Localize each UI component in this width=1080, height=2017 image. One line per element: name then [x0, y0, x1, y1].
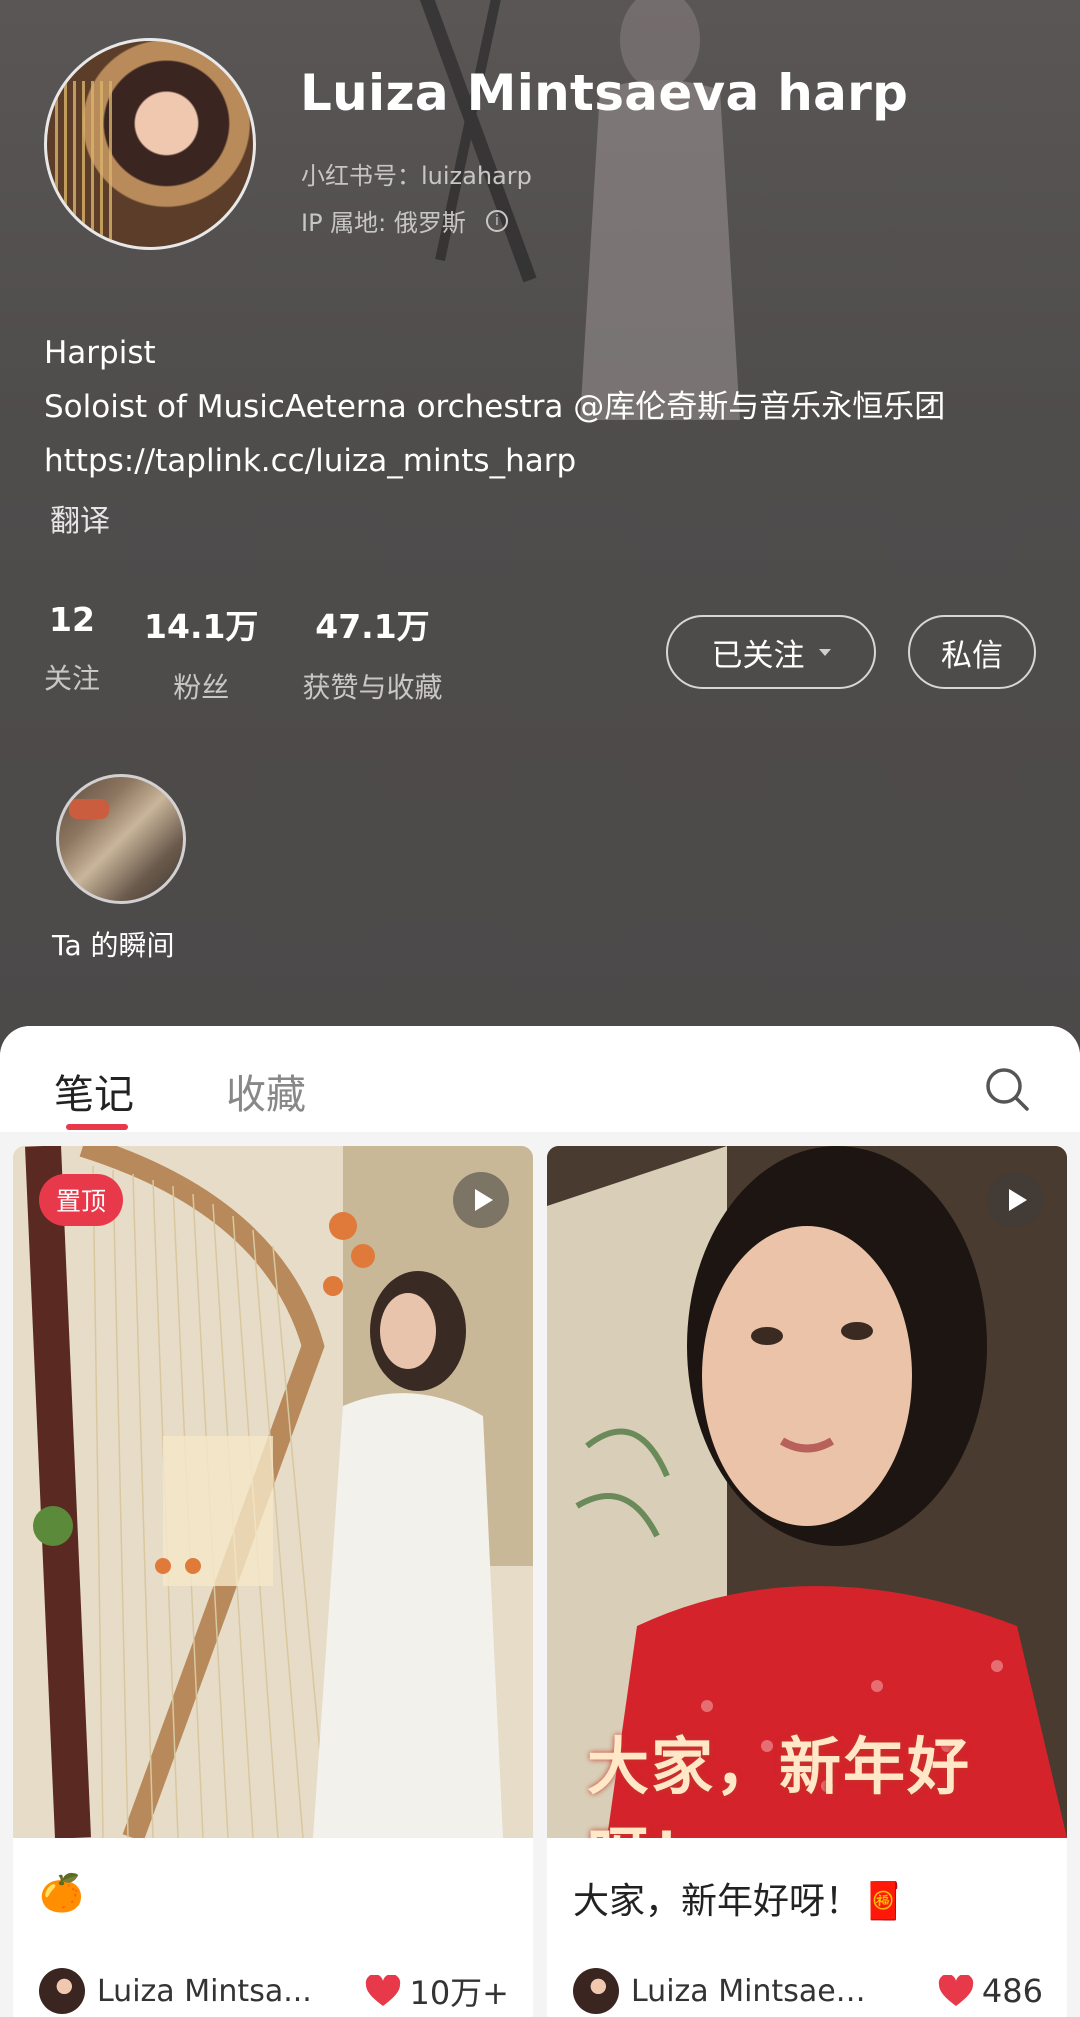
stat-value: 12	[49, 600, 95, 639]
note-card[interactable]: 大家，新年好呀！ 大家，新年好呀！🧧 Luiza Mintsaev... 486	[547, 1146, 1067, 2017]
harpist-photo	[13, 1146, 533, 1838]
stat-label: 粉丝	[173, 671, 230, 704]
profile-avatar[interactable]	[44, 38, 256, 250]
video-play-icon	[453, 1172, 509, 1228]
stat-label: 关注	[44, 662, 101, 695]
tab-collections[interactable]: 收藏	[226, 1062, 306, 1120]
stat-following[interactable]: 12 关注	[44, 600, 100, 706]
harp-decoration	[55, 81, 115, 241]
like-count[interactable]: 10万+	[365, 1968, 509, 2014]
xhs-id[interactable]: 小红书号：luizaharp	[301, 156, 532, 191]
author-name[interactable]: Luiza Mintsaev...	[631, 1974, 871, 2009]
note-cover[interactable]: 置顶	[13, 1146, 533, 1838]
tab-notes[interactable]: 笔记	[54, 1062, 134, 1120]
tab-bar: 笔记 收藏	[0, 1026, 1080, 1132]
search-icon[interactable]	[984, 1066, 1030, 1112]
moment-thumbnail[interactable]	[56, 774, 186, 904]
bio: Harpist Soloist of MusicAeterna orchestr…	[44, 326, 945, 488]
stat-label: 获赞与收藏	[302, 671, 443, 704]
moments-label[interactable]: Ta 的瞬间	[52, 924, 175, 964]
message-button[interactable]: 私信	[908, 615, 1036, 689]
stats-row: 12 关注 14.1万 粉丝 47.1万 获赞与收藏	[44, 600, 486, 706]
active-tab-indicator	[66, 1124, 128, 1130]
stat-likes-collects[interactable]: 47.1万 获赞与收藏	[302, 600, 442, 706]
ip-location: IP 属地: 俄罗斯 i	[301, 203, 508, 238]
cover-caption: 大家，新年好呀！	[587, 1730, 972, 1838]
heart-icon[interactable]	[938, 1975, 974, 2007]
stat-value: 14.1万	[144, 607, 259, 646]
ip-location-text: IP 属地: 俄罗斯	[301, 209, 466, 237]
note-author[interactable]: Luiza Mintsa... 10万+	[39, 1968, 509, 2014]
note-title[interactable]: 大家，新年好呀！🧧	[573, 1872, 906, 1924]
note-card[interactable]: 置顶 🍊 Luiza Mintsa... 10万+	[13, 1146, 533, 2017]
profile-header: Luiza Mintsaeva harp 小红书号：luizaharp IP 属…	[0, 0, 1080, 1060]
author-avatar[interactable]	[573, 1968, 619, 2014]
stat-value: 47.1万	[315, 607, 430, 646]
following-label: 已关注	[711, 637, 805, 674]
like-count[interactable]: 486	[938, 1972, 1043, 2010]
video-play-icon	[987, 1172, 1043, 1228]
stat-followers[interactable]: 14.1万 粉丝	[144, 600, 258, 706]
like-count-value: 10万+	[409, 1974, 509, 2012]
info-icon[interactable]: i	[485, 209, 508, 232]
profile-name: Luiza Mintsaeva harp	[300, 64, 909, 122]
bio-link[interactable]: https://taplink.cc/luiza_mints_harp	[44, 434, 945, 488]
heart-icon[interactable]	[365, 1975, 401, 2007]
author-name[interactable]: Luiza Mintsa...	[97, 1974, 337, 2009]
note-cover[interactable]: 大家，新年好呀！	[547, 1146, 1067, 1838]
like-count-value: 486	[981, 1972, 1043, 2010]
note-title[interactable]: 🍊	[39, 1872, 84, 1914]
bio-line: Soloist of MusicAeterna orchestra @库伦奇斯与…	[44, 389, 946, 425]
note-author[interactable]: Luiza Mintsaev... 486	[573, 1968, 1043, 2014]
following-button[interactable]: 已关注	[666, 615, 876, 689]
pinned-badge: 置顶	[39, 1174, 123, 1226]
author-avatar[interactable]	[39, 1968, 85, 2014]
translate-button[interactable]: 翻译	[50, 496, 110, 540]
caret-down-icon	[818, 648, 831, 656]
bio-line: Harpist	[44, 335, 156, 371]
notes-panel: 笔记 收藏 置顶 🍊 Luiza Mintsa... 10万+ 大家，新年好 大…	[0, 1026, 1080, 2017]
